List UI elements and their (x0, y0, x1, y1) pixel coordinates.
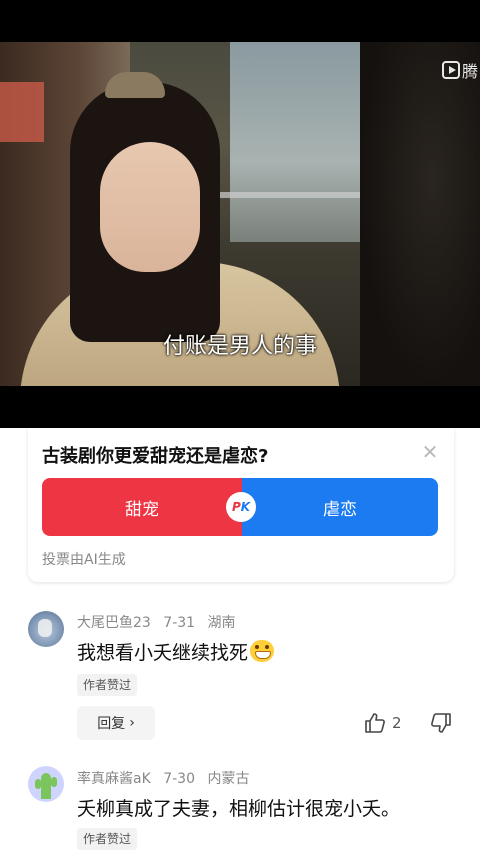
thumbs-down-icon (430, 712, 452, 734)
pk-k: K (240, 500, 251, 514)
pk-badge-icon: PK (226, 492, 256, 522)
chevron-right-icon: › (129, 715, 135, 731)
cactus-arm-right (51, 777, 57, 787)
cactus-avatar-icon (41, 773, 51, 799)
top-black-band (0, 0, 480, 42)
reply-label: 回复 (97, 716, 126, 732)
poll-option-angst-button[interactable]: 虐恋 (242, 478, 438, 536)
author-liked-badge: 作者赞过 (77, 674, 138, 696)
poll-card: 古装剧你更爱甜宠还是虐恋? ✕ 甜宠 虐恋 PK 投票由AI生成 (28, 428, 454, 582)
video-background-sign (0, 82, 44, 142)
video-actor-hair-ornament (105, 72, 165, 98)
video-watermark: 腾 (441, 58, 478, 82)
like-count: 2 (392, 714, 402, 732)
grin-emoji-icon (250, 640, 275, 662)
avatar[interactable] (28, 766, 64, 802)
poll-question: 古装剧你更爱甜宠还是虐恋? (42, 446, 269, 467)
poll-option-angst-label: 虐恋 (323, 499, 357, 520)
comment-text: 我想看小夭继续找死 (77, 638, 275, 665)
video-subtitle: 付账是男人的事 (162, 334, 317, 359)
poll-option-sweet-label: 甜宠 (125, 499, 159, 520)
comment-date: 7-31 (163, 615, 196, 631)
watermark-text: 腾 (461, 62, 478, 81)
comment-text-content: 我想看小夭继续找死 (77, 642, 249, 664)
comment-username[interactable]: 率真麻酱aK (77, 771, 151, 787)
comment-location: 内蒙古 (207, 771, 250, 787)
video-bottom-band (0, 386, 480, 428)
comment-username[interactable]: 大尾巴鱼23 (77, 615, 151, 631)
author-liked-badge: 作者赞过 (77, 828, 138, 850)
poll-option-sweet-button[interactable]: 甜宠 (42, 478, 242, 536)
comment-meta: 大尾巴鱼23 7-31 湖南 (77, 612, 244, 632)
pk-p: P (231, 500, 241, 514)
cactus-arm-left (35, 779, 41, 789)
comment-date: 7-30 (163, 771, 195, 787)
reply-button[interactable]: 回复 › (77, 706, 155, 740)
thumbs-up-icon (364, 712, 386, 734)
video-player[interactable]: 腾 付账是男人的事 (0, 42, 480, 386)
comment-meta: 率真麻酱aK 7-30 内蒙古 (77, 768, 257, 788)
comment-text: 夭柳真成了夫妻，相柳估计很宠小夭。 (77, 798, 401, 820)
poll-ai-note: 投票由AI生成 (42, 552, 126, 568)
video-actor-face (100, 142, 200, 272)
tencent-video-logo-icon (441, 61, 460, 79)
close-icon[interactable]: ✕ (420, 442, 440, 462)
dislike-button[interactable] (430, 712, 452, 734)
comment-location: 湖南 (207, 615, 236, 631)
avatar[interactable] (28, 611, 64, 647)
like-button[interactable]: 2 (364, 712, 402, 734)
